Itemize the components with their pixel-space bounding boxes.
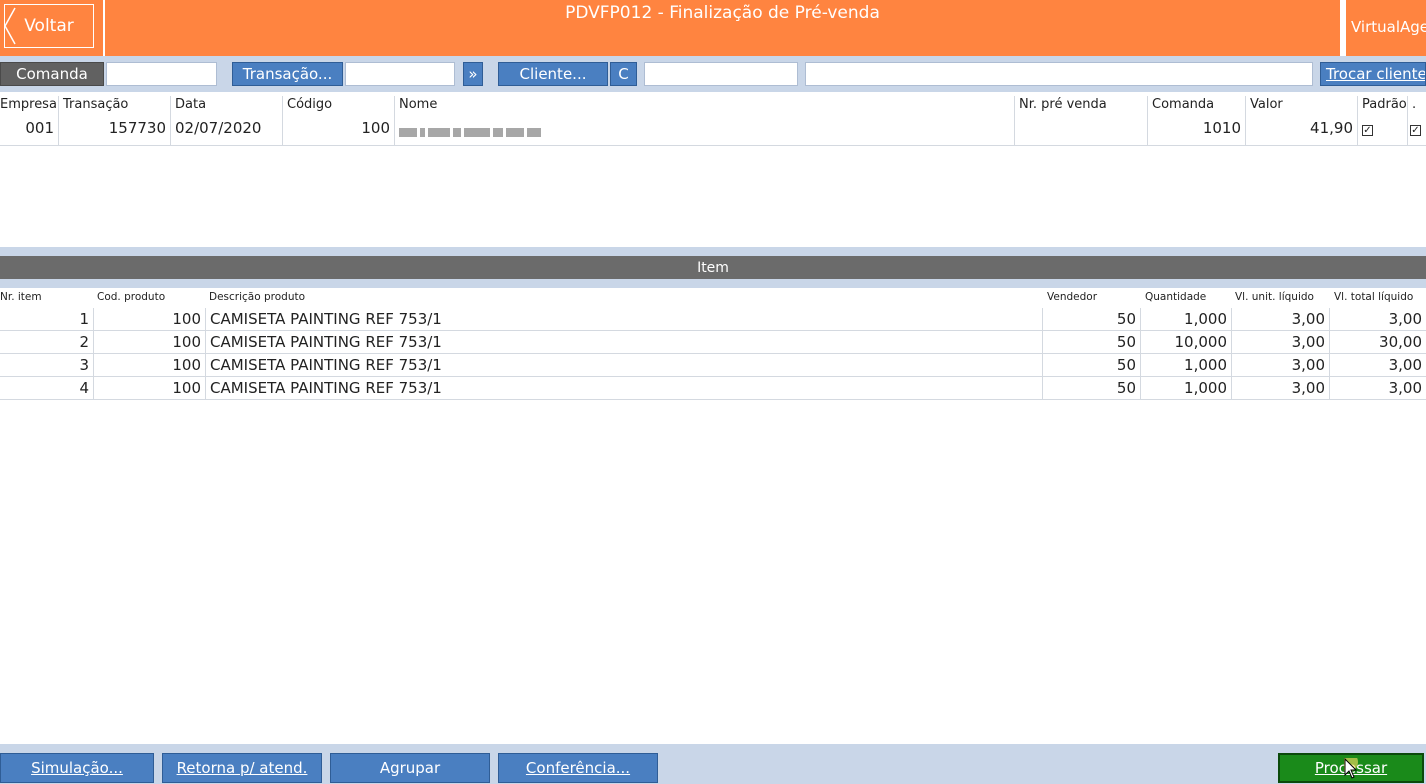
- quantidade-cell: 1,000: [1141, 308, 1232, 330]
- vl-total-cell: 3,00: [1388, 356, 1422, 374]
- cod-produto-cell: 100: [94, 331, 206, 353]
- vl-total-cell: 3,00: [1388, 379, 1422, 397]
- nr-item-cell: 4: [0, 377, 94, 399]
- mouse-cursor-icon: [1344, 758, 1358, 779]
- col-data-header: Data: [175, 97, 207, 112]
- data-value: 02/07/2020: [175, 119, 262, 137]
- col-comanda-header: Comanda: [1152, 97, 1215, 112]
- item-section-title: Item: [0, 256, 1426, 279]
- table-row[interactable]: 1 100 CAMISETA PAINTING REF 753/1 50 1,0…: [0, 308, 1426, 331]
- vl-unit-cell: 3,00: [1232, 331, 1330, 353]
- cod-produto-cell: 100: [94, 377, 206, 399]
- descricao-cell: CAMISETA PAINTING REF 753/1: [206, 331, 1043, 353]
- padrao-checkbox[interactable]: ✓: [1362, 125, 1373, 136]
- quantidade-cell: 10,000: [1141, 331, 1232, 353]
- vl-unit-cell: 3,00: [1232, 308, 1330, 330]
- vl-total-cell: 3,00: [1388, 310, 1422, 328]
- valor-value: 41,90: [1310, 119, 1353, 137]
- comanda-value: 1010: [1202, 119, 1241, 137]
- brand-label: VirtualAge: [1351, 18, 1426, 36]
- nr-item-cell: 2: [0, 331, 94, 353]
- quantidade-cell: 1,000: [1141, 354, 1232, 376]
- conferencia-button[interactable]: Conferência...: [498, 753, 658, 783]
- col-cod-produto-header: Cod. produto: [97, 291, 166, 303]
- table-row[interactable]: 2 100 CAMISETA PAINTING REF 753/1 50 10,…: [0, 331, 1426, 354]
- empresa-value: 001: [25, 119, 54, 137]
- page-title: PDVFP012 - Finalização de Pré-venda: [565, 3, 880, 23]
- vl-total-cell: 30,00: [1379, 333, 1422, 351]
- col-quantidade-header: Quantidade: [1145, 291, 1207, 303]
- cliente-name-input[interactable]: [805, 62, 1313, 86]
- vendedor-cell: 50: [1043, 354, 1141, 376]
- transacao-input[interactable]: [345, 62, 455, 86]
- extra-checkbox[interactable]: ✓: [1410, 125, 1421, 136]
- search-transacao-button[interactable]: »: [463, 62, 483, 86]
- table-row[interactable]: 3 100 CAMISETA PAINTING REF 753/1 50 1,0…: [0, 354, 1426, 377]
- section-divider: [0, 279, 1426, 288]
- simulacao-button[interactable]: Simulação...: [0, 753, 154, 783]
- quantidade-cell: 1,000: [1141, 377, 1232, 399]
- section-divider: [0, 247, 1426, 256]
- retorna-atendimento-button[interactable]: Retorna p/ atend.: [162, 753, 322, 783]
- col-codigo-header: Código: [287, 97, 333, 112]
- col-vl-total-header: Vl. total líquido: [1334, 291, 1414, 303]
- vendedor-cell: 50: [1043, 377, 1141, 399]
- chevron-left-icon: [4, 7, 16, 45]
- col-transacao-header: Transação: [63, 97, 129, 112]
- vendedor-cell: 50: [1043, 308, 1141, 330]
- cliente-c-button[interactable]: C: [610, 62, 637, 86]
- col-descricao-header: Descrição produto: [209, 291, 306, 303]
- trocar-cliente-button[interactable]: Trocar cliente: [1320, 62, 1426, 86]
- agrupar-button[interactable]: Agrupar: [330, 753, 490, 783]
- vendedor-cell: 50: [1043, 331, 1141, 353]
- col-nr-item-header: Nr. item: [0, 291, 42, 303]
- col-vl-unit-header: Vl. unit. líquido: [1235, 291, 1314, 303]
- col-extra-header: .: [1412, 97, 1417, 112]
- vl-unit-cell: 3,00: [1232, 377, 1330, 399]
- col-nr-pre-venda-header: Nr. pré venda: [1019, 97, 1107, 112]
- transacao-value: 157730: [108, 119, 166, 137]
- cliente-code-input[interactable]: [644, 62, 798, 86]
- col-vendedor-header: Vendedor: [1047, 291, 1098, 303]
- col-nome-header: Nome: [399, 97, 438, 112]
- descricao-cell: CAMISETA PAINTING REF 753/1: [206, 308, 1043, 330]
- sale-row-divider: [0, 145, 1426, 146]
- col-valor-header: Valor: [1250, 97, 1283, 112]
- descricao-cell: CAMISETA PAINTING REF 753/1: [206, 354, 1043, 376]
- vl-unit-cell: 3,00: [1232, 354, 1330, 376]
- nr-item-cell: 1: [0, 308, 94, 330]
- cliente-button[interactable]: Cliente...: [498, 62, 608, 86]
- col-padrao-header: Padrão: [1362, 97, 1407, 112]
- back-button-label: Voltar: [24, 16, 74, 36]
- nome-value-redacted: [399, 123, 544, 141]
- table-row[interactable]: 4 100 CAMISETA PAINTING REF 753/1 50 1,0…: [0, 377, 1426, 400]
- codigo-value: 100: [361, 119, 390, 137]
- nr-item-cell: 3: [0, 354, 94, 376]
- col-empresa-header: Empresa: [0, 97, 57, 112]
- descricao-cell: CAMISETA PAINTING REF 753/1: [206, 377, 1043, 399]
- cod-produto-cell: 100: [94, 354, 206, 376]
- comanda-input[interactable]: [106, 62, 217, 86]
- transacao-button[interactable]: Transação...: [232, 62, 343, 86]
- comanda-label: Comanda: [0, 62, 104, 86]
- cod-produto-cell: 100: [94, 308, 206, 330]
